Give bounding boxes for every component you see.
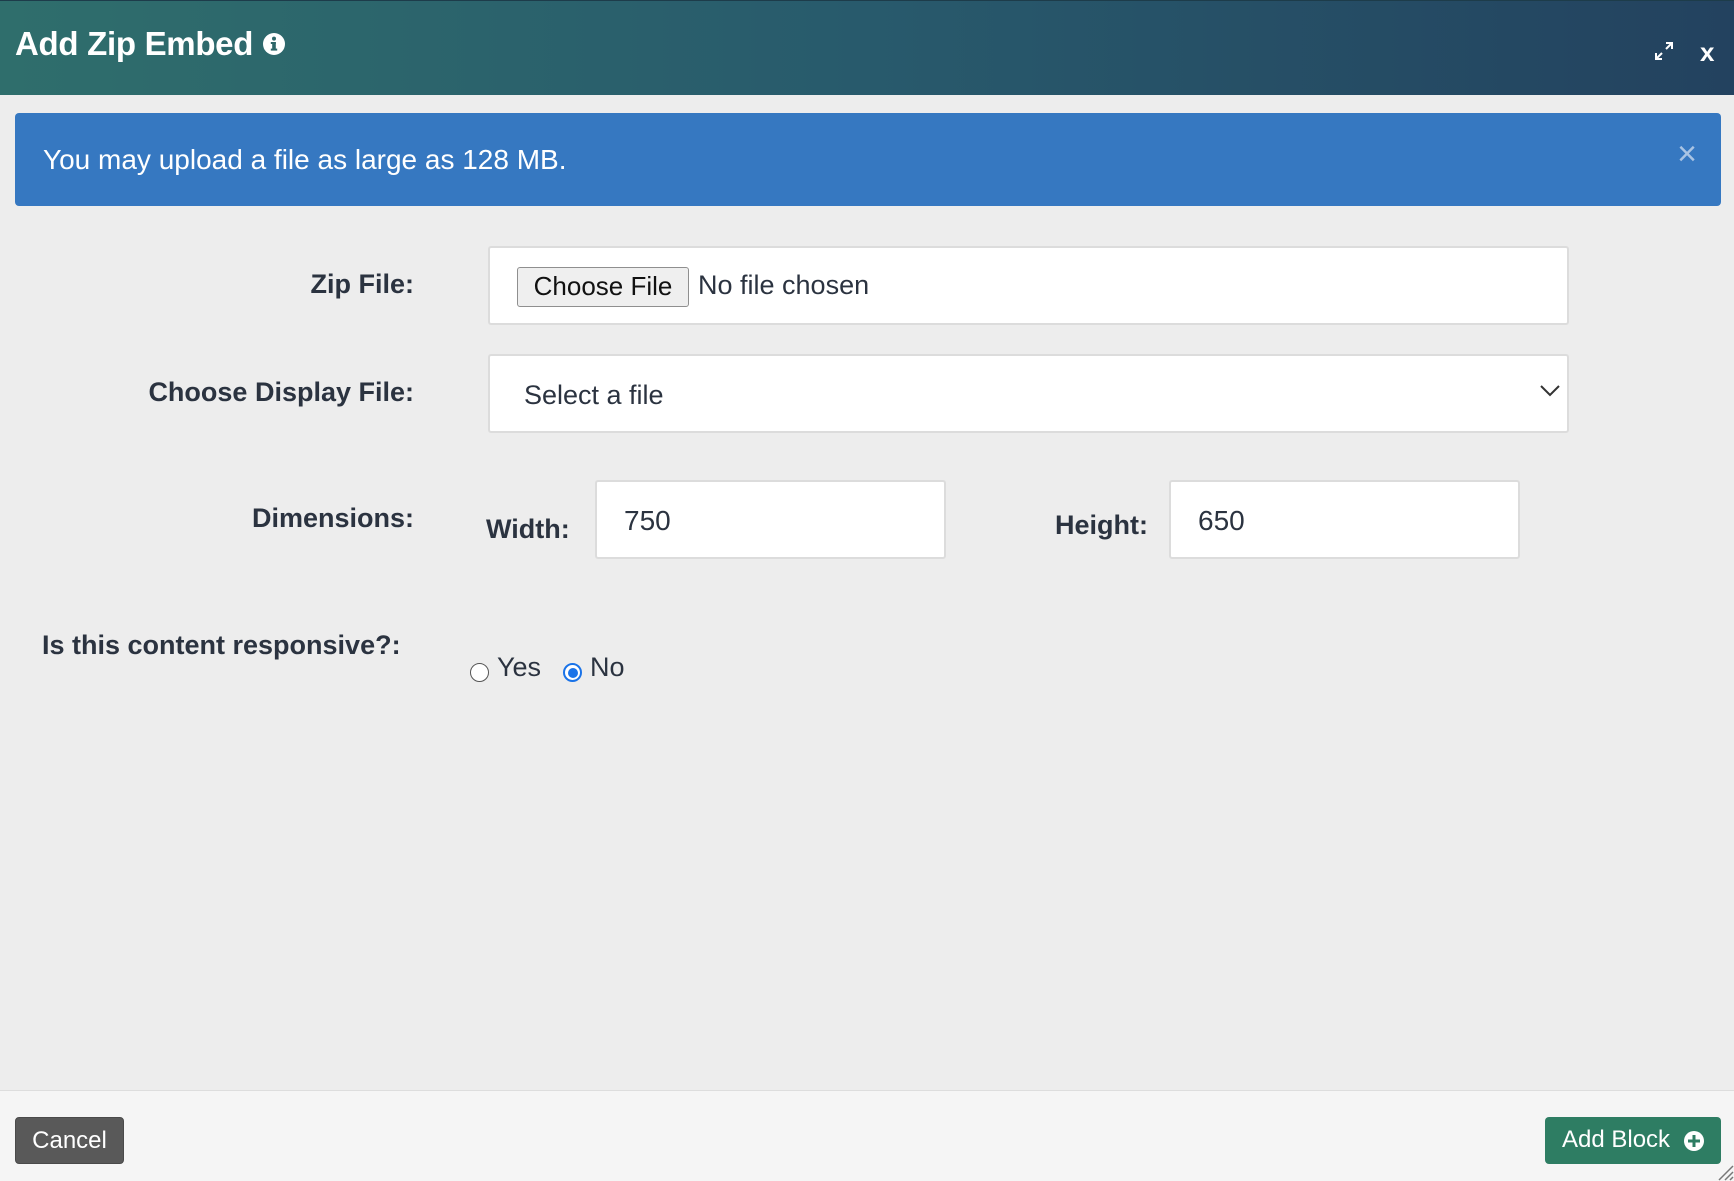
responsive-no-label[interactable]: No: [590, 652, 625, 683]
upload-limit-alert: You may upload a file as large as 128 MB…: [15, 113, 1721, 206]
expand-icon[interactable]: [1652, 39, 1676, 63]
file-status: No file chosen: [698, 270, 870, 300]
width-input[interactable]: 750: [595, 480, 946, 559]
resize-grip-icon[interactable]: [1716, 1163, 1734, 1181]
height-value: 650: [1198, 505, 1245, 536]
dimensions-label: Dimensions:: [251, 503, 414, 533]
width-value: 750: [624, 505, 671, 536]
responsive-yes-label[interactable]: Yes: [497, 652, 541, 683]
dialog-header: Add Zip Embed x: [0, 0, 1734, 95]
add-block-button[interactable]: Add Block: [1545, 1117, 1721, 1164]
plus-circle-icon: [1684, 1131, 1704, 1151]
dialog-title: Add Zip Embed: [15, 25, 254, 62]
add-block-label: Add Block: [1562, 1126, 1671, 1153]
display-file-label: Choose Display File:: [148, 377, 414, 407]
responsive-no-radio[interactable]: [563, 663, 582, 682]
zip-file-input[interactable]: Choose File No file chosen: [488, 246, 1569, 325]
cancel-button[interactable]: Cancel: [15, 1117, 124, 1164]
alert-close-icon[interactable]: ×: [1677, 137, 1697, 171]
display-file-selected: Select a file: [524, 380, 664, 410]
close-icon[interactable]: x: [1700, 37, 1714, 68]
choose-file-button[interactable]: Choose File: [517, 267, 689, 307]
responsive-label: Is this content responsive?:: [42, 630, 401, 660]
width-label: Width:: [486, 514, 570, 544]
display-file-select[interactable]: Select a file: [488, 354, 1569, 433]
zip-file-label: Zip File:: [310, 269, 415, 299]
height-input[interactable]: 650: [1169, 480, 1520, 559]
height-label: Height:: [1055, 510, 1148, 540]
responsive-yes-radio[interactable]: [470, 663, 489, 682]
dialog-footer: Cancel Add Block: [0, 1090, 1734, 1181]
chevron-down-icon: [1540, 385, 1560, 397]
info-icon[interactable]: [262, 32, 286, 56]
alert-message: You may upload a file as large as 128 MB…: [43, 144, 567, 175]
